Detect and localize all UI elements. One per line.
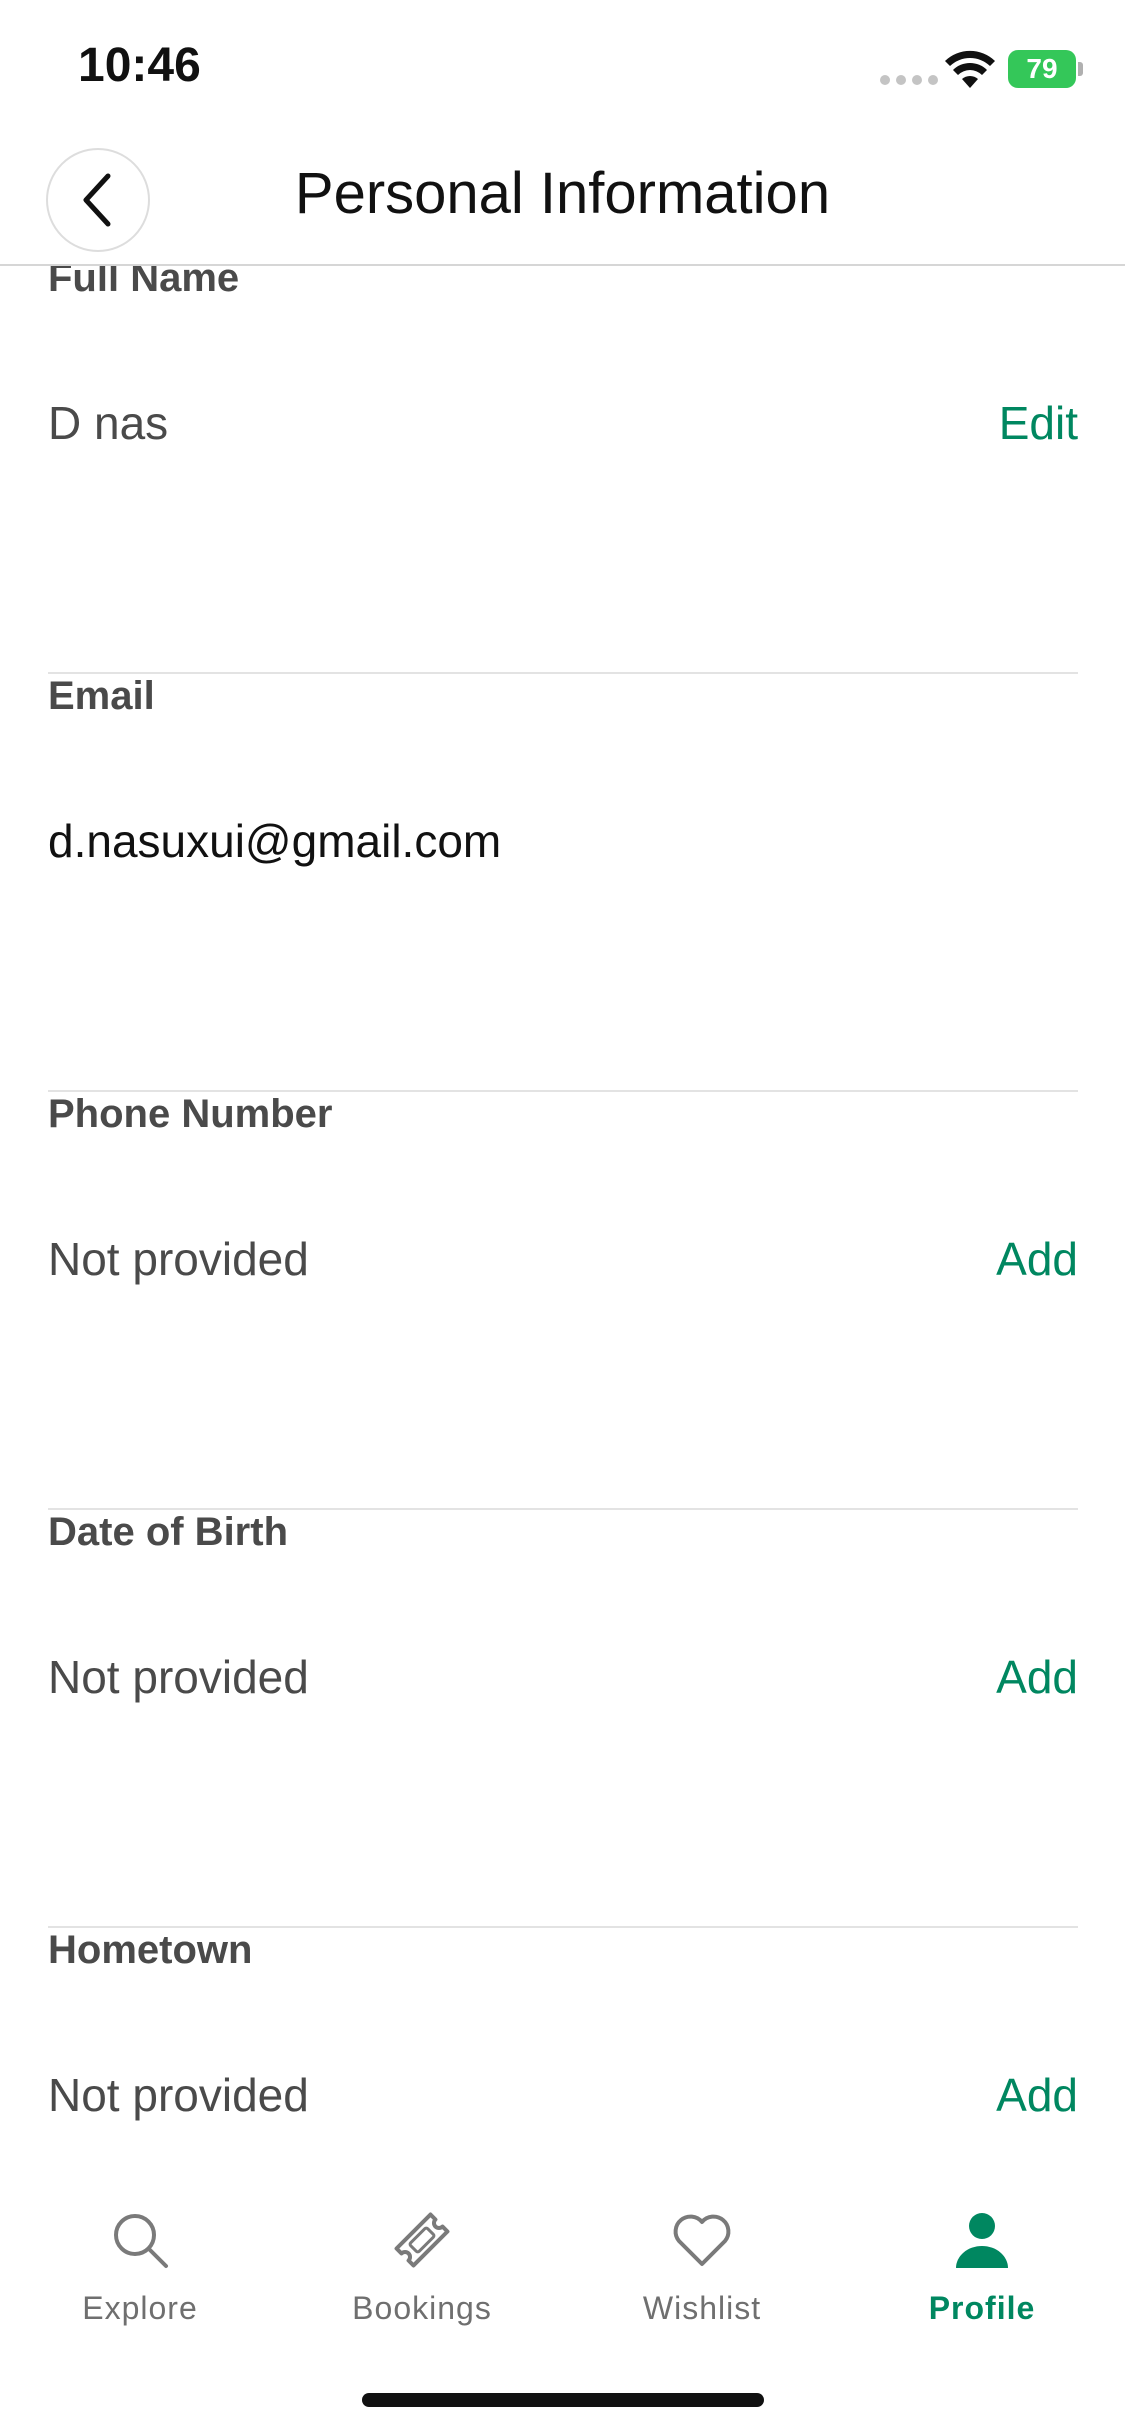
- tab-label: Profile: [928, 2290, 1036, 2326]
- page-title: Personal Information: [294, 161, 831, 226]
- add-date-of-birth-button[interactable]: Add: [996, 1650, 1078, 1704]
- battery-tip: [1078, 62, 1083, 76]
- field-date-of-birth: Date of Birth Not provided Add: [48, 1510, 1078, 1928]
- battery-level: 79: [1026, 53, 1058, 84]
- field-value: D nas: [48, 397, 169, 449]
- tab-bookings[interactable]: Bookings: [312, 2208, 532, 2327]
- field-email: Email d.nasuxui@gmail.com: [48, 674, 1078, 1092]
- tab-profile[interactable]: Profile: [872, 2208, 1092, 2327]
- heart-icon: [673, 2214, 731, 2266]
- wifi-icon: [945, 50, 995, 88]
- status-bar: 10:46 79: [0, 0, 1125, 140]
- field-value: Not provided: [48, 1651, 309, 1703]
- person-icon: [956, 2213, 1008, 2268]
- tab-label: Explore: [82, 2290, 198, 2326]
- tab-wishlist[interactable]: Wishlist: [592, 2208, 812, 2327]
- tab-label: Bookings: [352, 2290, 492, 2326]
- tab-bar: Explore Bookings Wishlist Profile: [0, 2160, 1125, 2436]
- field-value: Not provided: [48, 2069, 309, 2121]
- search-icon: [114, 2214, 168, 2268]
- field-label: Date of Birth: [48, 1510, 288, 1554]
- home-indicator[interactable]: [362, 2393, 764, 2407]
- tab-label: Wishlist: [642, 2290, 762, 2326]
- ticket-icon: [394, 2212, 450, 2268]
- status-time: 10:46: [78, 39, 201, 92]
- battery-icon: 79: [1008, 50, 1076, 88]
- personal-info-list: Full Name D nas Edit Email d.nasuxui@gma…: [48, 256, 1078, 2344]
- field-label: Phone Number: [48, 1092, 333, 1136]
- field-phone-number: Phone Number Not provided Add: [48, 1092, 1078, 1510]
- field-value: Not provided: [48, 1233, 309, 1285]
- add-hometown-button[interactable]: Add: [996, 2068, 1078, 2122]
- navigation-bar: Personal Information: [0, 140, 1125, 266]
- field-value: d.nasuxui@gmail.com: [48, 815, 502, 867]
- field-full-name: Full Name D nas Edit: [48, 256, 1078, 674]
- field-label: Email: [48, 674, 155, 718]
- tab-explore[interactable]: Explore: [30, 2208, 250, 2327]
- add-phone-number-button[interactable]: Add: [996, 1232, 1078, 1286]
- cellular-signal-icon: [880, 75, 938, 85]
- field-label: Hometown: [48, 1928, 253, 1972]
- edit-full-name-button[interactable]: Edit: [999, 396, 1078, 450]
